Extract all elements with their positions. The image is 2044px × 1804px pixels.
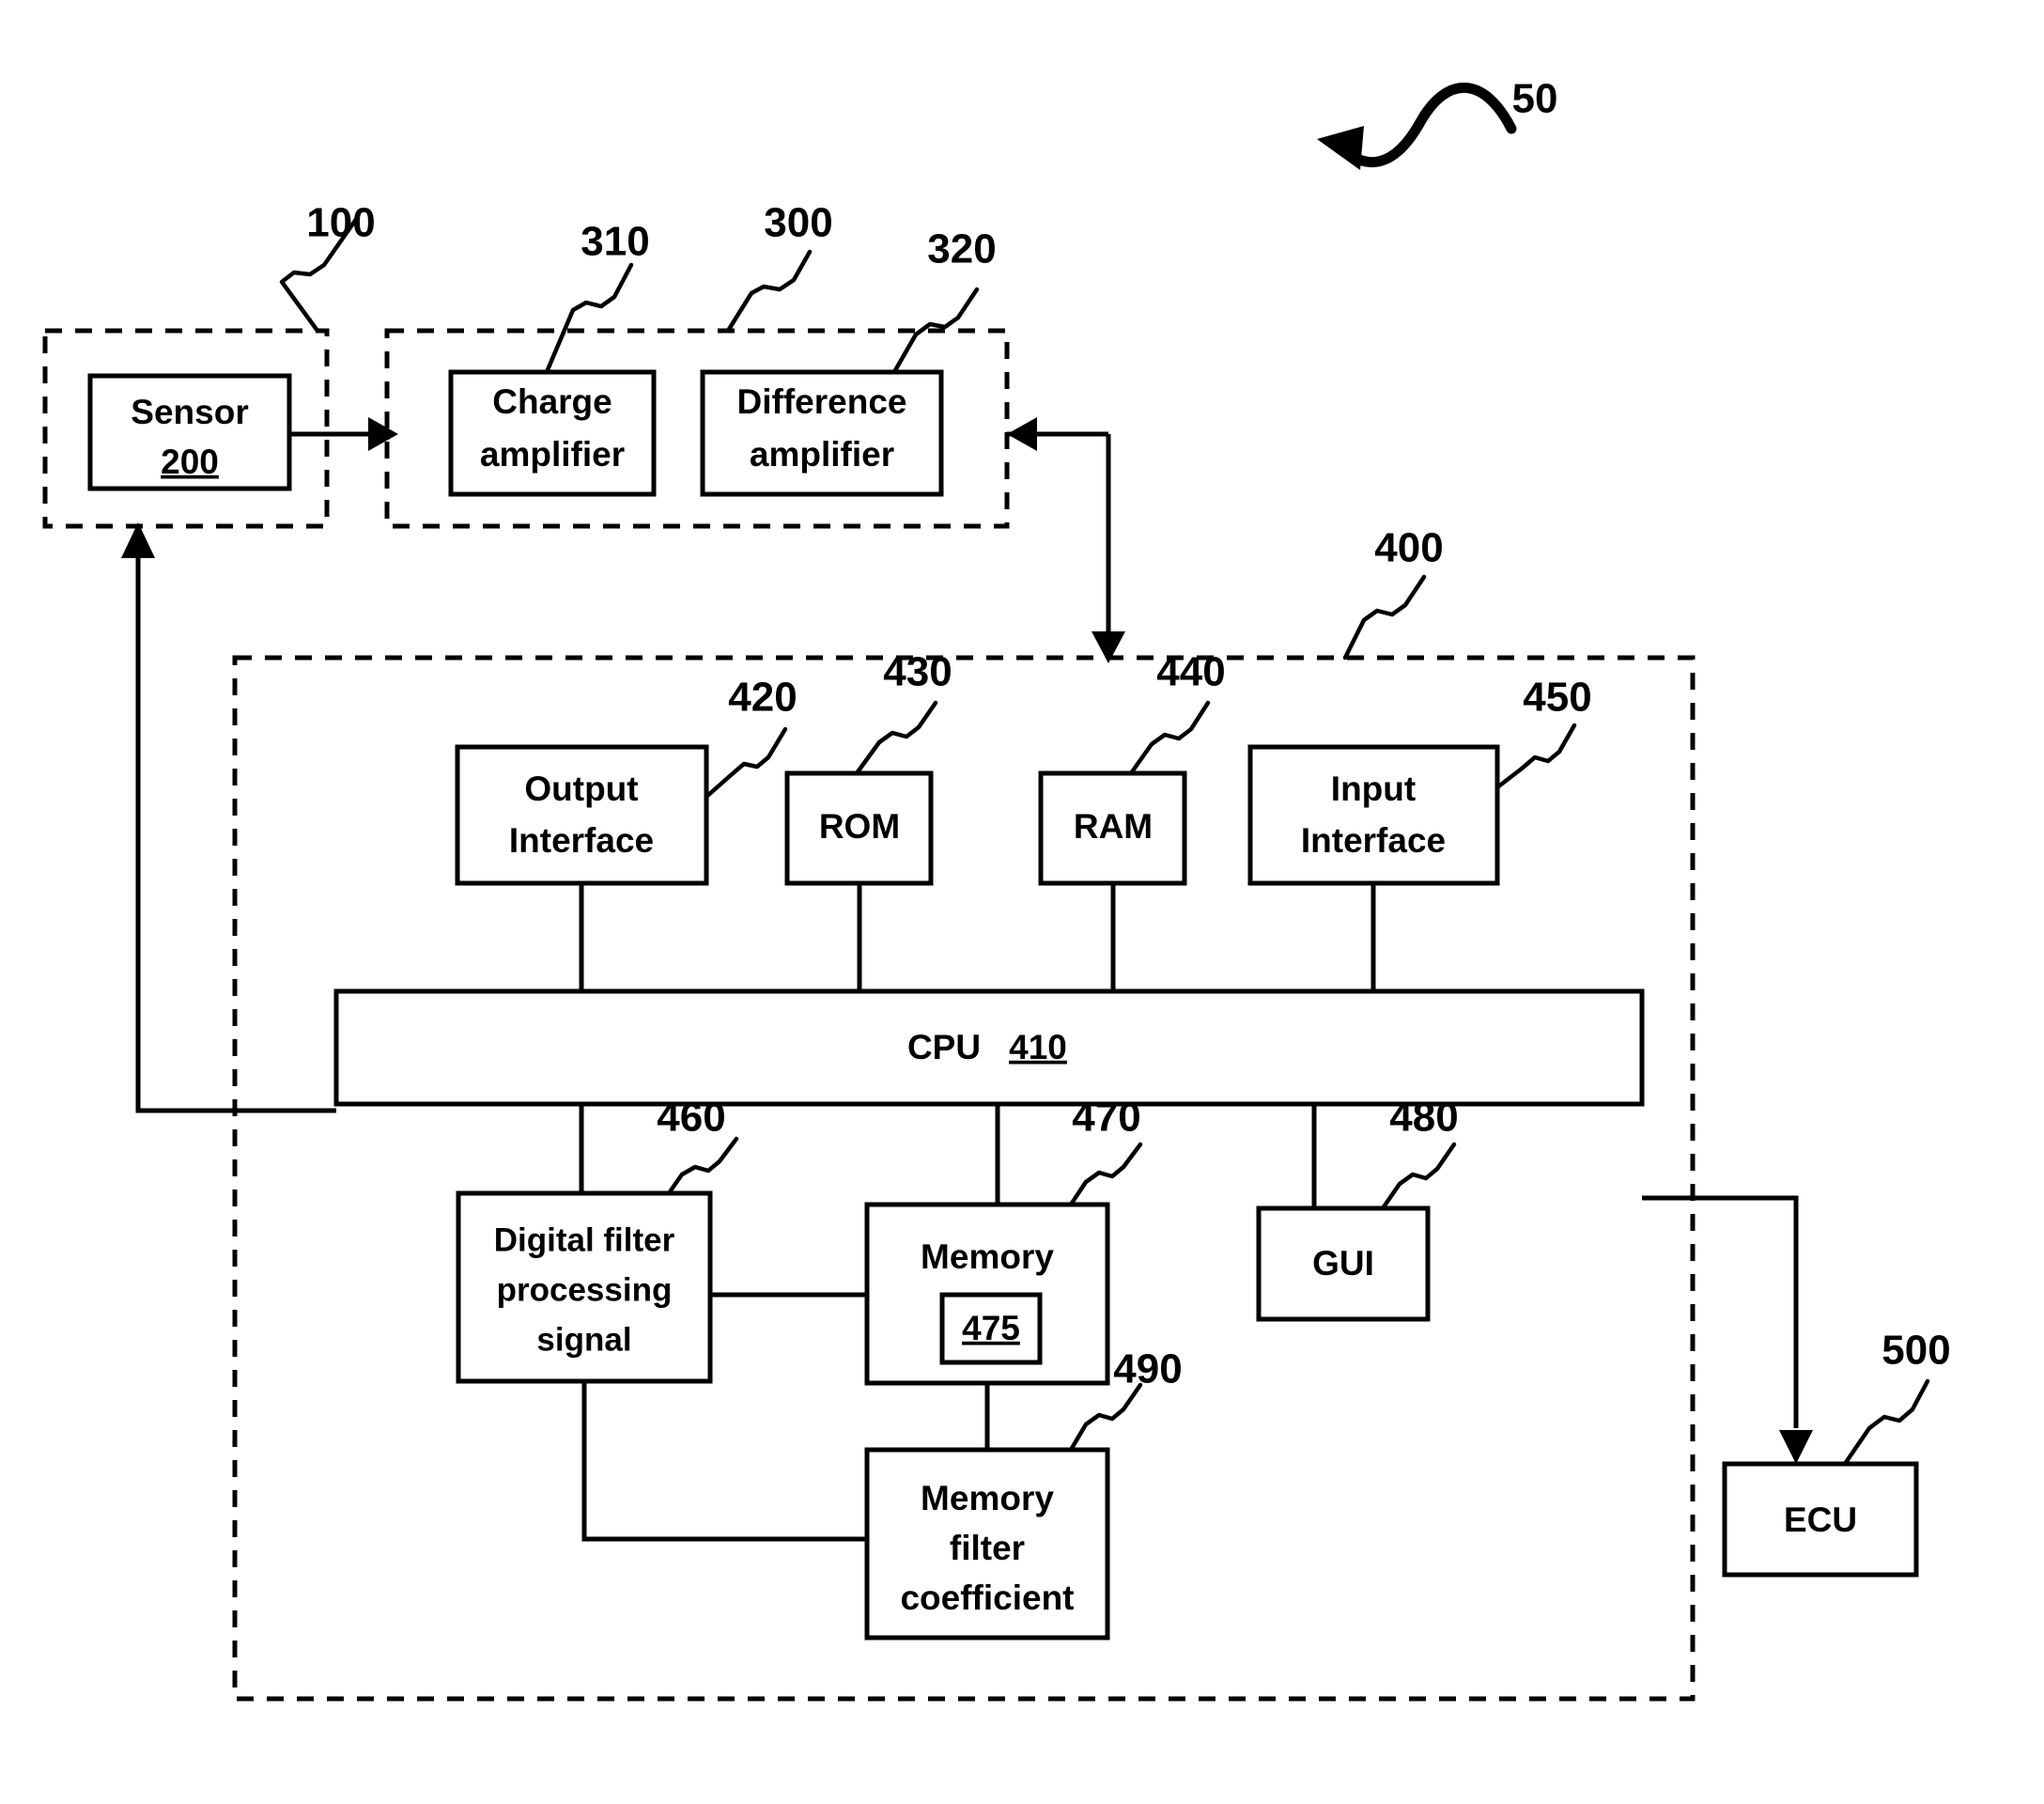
block-ecu-label: ECU: [1784, 1501, 1857, 1539]
leader-line-440: [1128, 700, 1211, 776]
arrowhead-into-amplifier-group: [1007, 417, 1037, 451]
leader-line-400: [1342, 574, 1427, 661]
block-difference-amplifier-label-1: Difference: [737, 382, 907, 421]
block-memory-label: Memory: [921, 1237, 1054, 1276]
leader-line-500: [1842, 1378, 1930, 1467]
block-charge-amplifier-label-1: Charge: [492, 382, 612, 421]
leader-line-470: [1068, 1142, 1143, 1207]
ref-number-460: 460: [657, 1095, 725, 1141]
block-diagram-svg: 50 100 Sensor 200 300 Charge amplifier 3…: [42, 76, 1951, 1702]
figure-canvas: 50 100 Sensor 200 300 Charge amplifier 3…: [0, 0, 2044, 1804]
block-digital-filter-label-2: processing: [497, 1271, 673, 1308]
ref-number-480: 480: [1389, 1095, 1458, 1141]
ref-number-470: 470: [1072, 1095, 1140, 1141]
ref-number-440: 440: [1156, 649, 1225, 695]
block-digital-filter-label-1: Digital filter: [494, 1221, 675, 1258]
block-memory-inner-ref: 475: [962, 1309, 1020, 1347]
connector-cpu-to-ecu: [1642, 1195, 1813, 1464]
ref-number-500: 500: [1881, 1328, 1950, 1374]
block-output-interface-label-1: Output: [524, 770, 638, 808]
connector-digital-filter-to-mfc: [581, 1381, 867, 1542]
ref-number-420: 420: [728, 675, 797, 721]
block-input-interface-label-1: Input: [1331, 770, 1416, 808]
block-cpu-ref-inside: 410: [1009, 1028, 1067, 1066]
ref-number-490: 490: [1113, 1346, 1182, 1392]
block-cpu[interactable]: [333, 988, 1645, 1107]
block-mfc-label-1: Memory: [921, 1479, 1054, 1517]
connector-cpu-to-sensor-feedback: [121, 522, 336, 1113]
block-mfc-label-3: coefficient: [900, 1578, 1074, 1617]
block-rom-label: ROM: [819, 807, 900, 846]
squiggle-arrow-head: [1317, 126, 1364, 170]
ref-number-300: 300: [764, 200, 832, 246]
arrowhead-sensor-to-amplifier: [368, 417, 398, 451]
leader-line-450: [1494, 723, 1577, 790]
leader-line-420: [704, 726, 788, 800]
ref-number-100: 100: [306, 200, 375, 246]
arrowhead-into-ecu: [1779, 1430, 1813, 1464]
block-input-interface[interactable]: [1247, 744, 1500, 886]
block-gui-label: GUI: [1312, 1244, 1374, 1283]
block-sensor-label: Sensor: [131, 393, 248, 431]
block-difference-amplifier-label-2: amplifier: [750, 435, 894, 474]
block-sensor-ref-inside: 200: [161, 443, 219, 481]
leader-line-480: [1380, 1142, 1457, 1211]
ref-number-50: 50: [1512, 76, 1558, 122]
ref-number-450: 450: [1523, 675, 1591, 721]
leader-line-460: [666, 1136, 739, 1196]
ref-number-430: 430: [883, 649, 952, 695]
ref-number-400: 400: [1374, 525, 1443, 571]
connector-sensor-to-amplifier: [289, 417, 398, 451]
leader-line-310: [544, 262, 634, 375]
block-ram-label: RAM: [1074, 807, 1153, 846]
ref-number-310: 310: [581, 219, 649, 265]
leader-line-300: [725, 249, 813, 334]
block-charge-amplifier-label-2: amplifier: [480, 435, 625, 474]
overall-figure-pointer: [1317, 82, 1517, 170]
block-output-interface[interactable]: [455, 744, 709, 886]
block-mfc-label-2: filter: [950, 1529, 1025, 1567]
ref-number-320: 320: [927, 226, 996, 272]
block-input-interface-label-2: Interface: [1301, 821, 1446, 860]
block-cpu-label: CPU: [907, 1028, 981, 1066]
leader-line-430: [854, 700, 938, 776]
block-output-interface-label-2: Interface: [509, 821, 654, 860]
connector-amplifier-to-processor: [1007, 417, 1125, 663]
leader-line-490: [1068, 1382, 1143, 1453]
block-digital-filter-label-3: signal: [536, 1321, 631, 1358]
